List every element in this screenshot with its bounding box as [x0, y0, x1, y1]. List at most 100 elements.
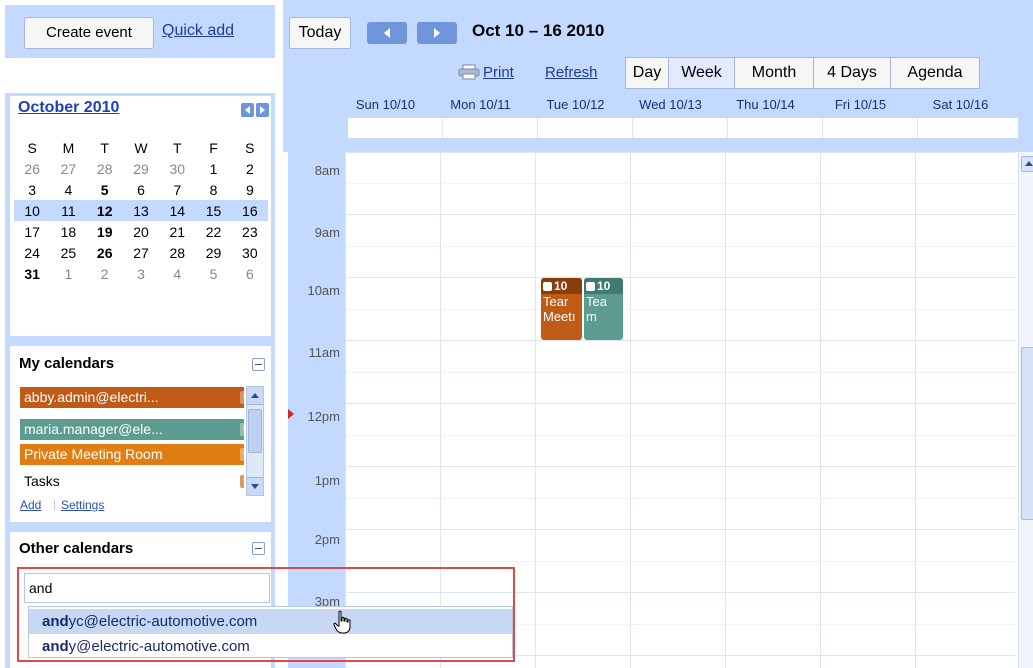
- scroll-up-icon[interactable]: [247, 387, 263, 405]
- dropdown-arrow-icon[interactable]: [240, 423, 244, 436]
- mini-calendar-day[interactable]: 30: [232, 242, 268, 263]
- mini-calendar-day[interactable]: 1: [195, 158, 231, 179]
- settings-link[interactable]: Settings: [61, 498, 104, 512]
- mini-calendar-day[interactable]: 5: [195, 263, 231, 284]
- mini-calendar-day[interactable]: 26: [87, 242, 123, 263]
- dropdown-arrow-icon[interactable]: [240, 391, 244, 404]
- next-week-icon[interactable]: [417, 22, 457, 44]
- day-header[interactable]: Wed 10/13: [623, 97, 718, 112]
- mini-calendar-day[interactable]: 17: [14, 221, 50, 242]
- other-calendars-title[interactable]: Other calendars: [19, 540, 133, 557]
- calendar-list-scrollbar[interactable]: [246, 386, 264, 496]
- mini-calendar-day[interactable]: 27: [50, 158, 86, 179]
- mini-calendar-day[interactable]: 9: [232, 179, 268, 200]
- mini-calendar-day[interactable]: 8: [195, 179, 231, 200]
- today-button[interactable]: Today: [289, 17, 351, 49]
- tab-day[interactable]: Day: [625, 57, 669, 89]
- mini-calendar-day[interactable]: 24: [14, 242, 50, 263]
- mini-calendar-day[interactable]: 25: [50, 242, 86, 263]
- day-initial: W: [134, 139, 148, 156]
- mini-calendar-day[interactable]: 5: [87, 179, 123, 200]
- mini-calendar-day[interactable]: 21: [159, 221, 195, 242]
- dropdown-arrow-icon[interactable]: [240, 448, 244, 461]
- prev-week-icon[interactable]: [367, 22, 407, 44]
- add-friend-calendar-input[interactable]: [24, 573, 270, 603]
- mini-calendar-month-link[interactable]: October 2010: [18, 99, 119, 117]
- scroll-thumb[interactable]: [1021, 347, 1033, 520]
- mini-calendar-day[interactable]: 4: [50, 179, 86, 200]
- day-initial: T: [172, 139, 182, 156]
- mini-calendar-day[interactable]: 18: [50, 221, 86, 242]
- mini-calendar-day[interactable]: 29: [123, 158, 159, 179]
- create-event-button[interactable]: Create event: [24, 17, 154, 49]
- day-initial: M: [62, 139, 75, 156]
- autocomplete-option[interactable]: andyc@electric-automotive.com: [29, 609, 512, 634]
- all-day-row[interactable]: [348, 118, 1018, 138]
- event-chip[interactable]: 10 Tea m: [584, 278, 623, 340]
- autocomplete-option[interactable]: andy@electric-automotive.com: [29, 634, 512, 659]
- calendar-item[interactable]: maria.manager@ele...: [20, 419, 244, 440]
- calendar-item-label: abby.admin@electri...: [24, 389, 159, 405]
- tab-week[interactable]: Week: [668, 57, 735, 89]
- day-header[interactable]: Mon 10/11: [433, 97, 528, 112]
- mini-calendar-day[interactable]: 3: [123, 263, 159, 284]
- mini-calendar-day[interactable]: 7: [159, 179, 195, 200]
- mini-calendar-day[interactable]: 1: [50, 263, 86, 284]
- mini-calendar-day[interactable]: 6: [232, 263, 268, 284]
- my-calendars-title[interactable]: My calendars: [19, 355, 114, 372]
- mini-calendar-day[interactable]: 6: [123, 179, 159, 200]
- scroll-down-icon[interactable]: [247, 477, 263, 495]
- hour-label: 1pm: [314, 473, 340, 488]
- mini-calendar-day[interactable]: 13: [122, 200, 160, 221]
- scroll-up-icon[interactable]: [1021, 156, 1033, 172]
- grid-scrollbar[interactable]: [1018, 152, 1033, 668]
- mini-calendar-day[interactable]: 30: [159, 158, 195, 179]
- day-header[interactable]: Tue 10/12: [528, 97, 623, 112]
- mini-calendar-day[interactable]: 22: [195, 221, 231, 242]
- mini-calendar-day[interactable]: 16: [231, 200, 268, 221]
- mini-calendar-day[interactable]: 23: [232, 221, 268, 242]
- mini-calendar-day[interactable]: 19: [87, 221, 123, 242]
- mini-calendar-day[interactable]: 10: [14, 200, 51, 221]
- print-link[interactable]: Print: [483, 64, 514, 81]
- quick-add-link[interactable]: Quick add: [162, 22, 234, 40]
- refresh-link[interactable]: Refresh: [545, 64, 598, 81]
- mini-calendar-day[interactable]: 28: [87, 158, 123, 179]
- mini-calendar-day[interactable]: 31: [14, 263, 50, 284]
- mini-calendar-day[interactable]: 27: [123, 242, 159, 263]
- scroll-thumb[interactable]: [248, 409, 262, 453]
- calendar-item[interactable]: Private Meeting Room: [20, 444, 244, 465]
- day-header[interactable]: Thu 10/14: [718, 97, 813, 112]
- tab-agenda[interactable]: Agenda: [890, 57, 980, 89]
- day-header[interactable]: Fri 10/15: [813, 97, 908, 112]
- mini-calendar-prev-icon[interactable]: [241, 103, 254, 117]
- mini-calendar-day[interactable]: 12: [86, 200, 123, 221]
- mini-calendar-day[interactable]: 29: [195, 242, 231, 263]
- mini-calendar-day[interactable]: 20: [123, 221, 159, 242]
- mini-calendar-day[interactable]: 2: [87, 263, 123, 284]
- event-chip[interactable]: 10 Tear Meetı: [541, 278, 582, 340]
- day-initial: S: [27, 139, 37, 156]
- mini-calendar-next-icon[interactable]: [256, 103, 269, 117]
- tab-4-days[interactable]: 4 Days: [813, 57, 891, 89]
- day-header[interactable]: Sun 10/10: [338, 97, 433, 112]
- time-grid[interactable]: 8am 9am 10am 11am 12pm 1pm 2pm 3pm 10 Te…: [288, 152, 1033, 668]
- mini-calendar-day[interactable]: 3: [14, 179, 50, 200]
- mini-calendar-day[interactable]: 4: [159, 263, 195, 284]
- mini-calendar-day[interactable]: 2: [232, 158, 268, 179]
- calendar-item[interactable]: abby.admin@electri...: [20, 387, 244, 408]
- tab-month[interactable]: Month: [734, 57, 814, 89]
- day-header[interactable]: Sat 10/16: [913, 97, 1008, 112]
- mini-calendar-grid: S M T W T F S 26 27 28 29 30 1 2 3 4 5 6…: [14, 137, 268, 284]
- dropdown-arrow-icon[interactable]: [240, 475, 244, 488]
- printer-icon[interactable]: [458, 64, 480, 80]
- mini-calendar-day[interactable]: 28: [159, 242, 195, 263]
- collapse-icon[interactable]: [252, 542, 265, 555]
- collapse-icon[interactable]: [252, 358, 265, 371]
- mini-calendar-day[interactable]: 15: [195, 200, 232, 221]
- add-calendar-link[interactable]: Add: [20, 498, 41, 512]
- mini-calendar-day[interactable]: 14: [159, 200, 196, 221]
- mini-calendar-day[interactable]: 11: [50, 200, 87, 221]
- calendar-item[interactable]: Tasks: [20, 471, 244, 492]
- mini-calendar-day[interactable]: 26: [14, 158, 50, 179]
